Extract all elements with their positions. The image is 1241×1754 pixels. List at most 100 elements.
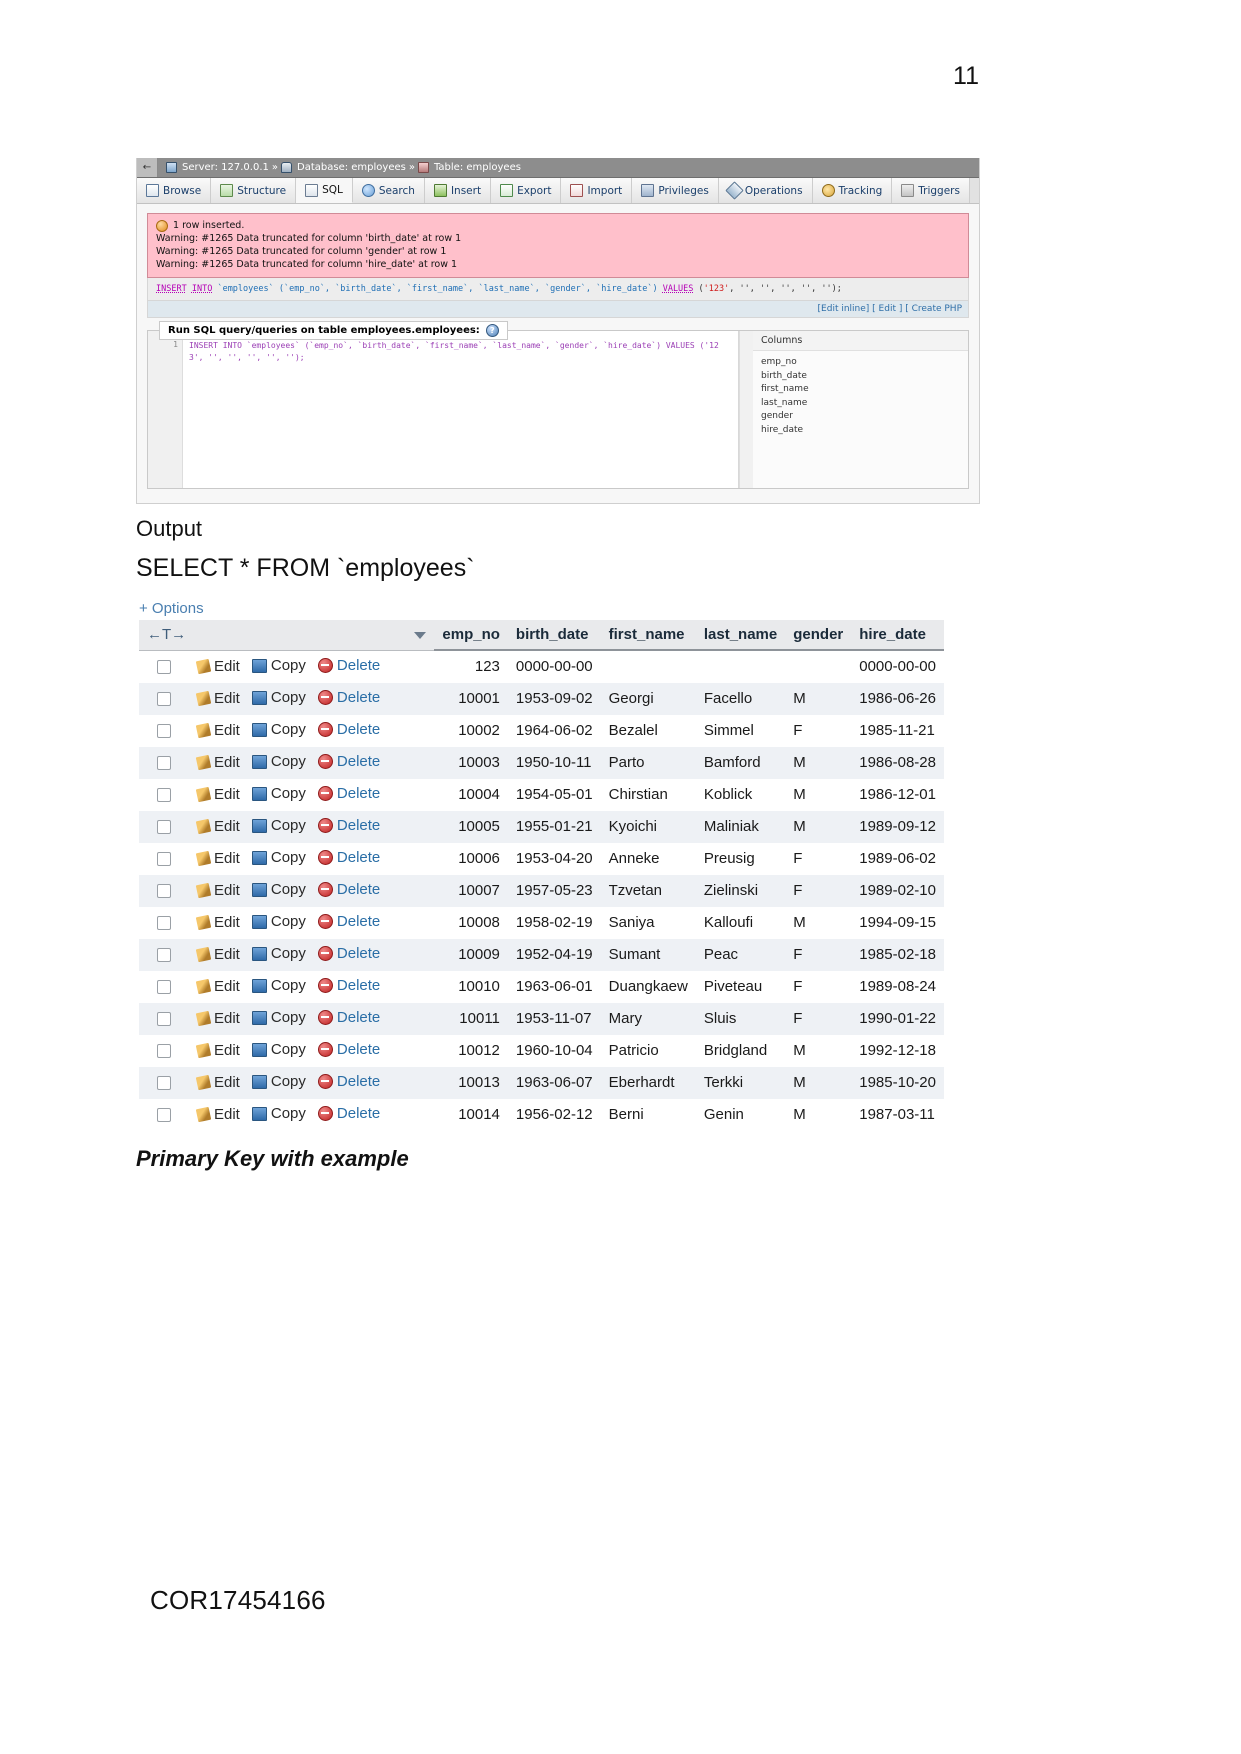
- column-header-emp-no[interactable]: emp_no: [434, 620, 508, 651]
- copy-action[interactable]: Copy: [251, 945, 306, 962]
- edit-action[interactable]: Edit: [195, 946, 240, 963]
- copy-action[interactable]: Copy: [251, 817, 306, 834]
- delete-action[interactable]: Delete: [317, 849, 380, 866]
- delete-action[interactable]: Delete: [317, 785, 380, 802]
- copy-action[interactable]: Copy: [251, 753, 306, 770]
- table-row[interactable]: Edit Copy Delete 10005 1955-01-21 Kyoichi Mali…: [139, 810, 944, 843]
- copy-action[interactable]: Copy: [251, 1041, 306, 1058]
- table-row[interactable]: Edit Copy Delete 10003 1950-10-11 Parto Bamfor…: [139, 746, 944, 779]
- edit-action[interactable]: Edit: [195, 978, 240, 995]
- row-checkbox[interactable]: [157, 980, 171, 995]
- delete-action[interactable]: Delete: [317, 817, 380, 834]
- row-checkbox[interactable]: [157, 916, 171, 931]
- row-checkbox[interactable]: [157, 756, 171, 771]
- column-item[interactable]: emp_no: [761, 356, 960, 370]
- row-checkbox[interactable]: [157, 724, 171, 739]
- copy-action[interactable]: Copy: [251, 913, 306, 930]
- copy-action[interactable]: Copy: [251, 657, 306, 674]
- copy-action[interactable]: Copy: [251, 1009, 306, 1026]
- row-checkbox[interactable]: [157, 788, 171, 803]
- tab-search[interactable]: Search: [352, 178, 425, 203]
- breadcrumb-server[interactable]: Server: 127.0.0.1: [182, 162, 269, 173]
- tab-privileges[interactable]: Privileges: [632, 178, 719, 203]
- row-checkbox-cell[interactable]: [139, 907, 189, 939]
- row-checkbox-cell[interactable]: [139, 1035, 189, 1067]
- back-button[interactable]: ←: [137, 158, 158, 177]
- column-header-first-name[interactable]: first_name: [600, 620, 696, 651]
- help-icon[interactable]: ?: [485, 324, 499, 337]
- row-checkbox-cell[interactable]: [139, 715, 189, 747]
- row-checkbox[interactable]: [157, 692, 171, 707]
- copy-action[interactable]: Copy: [251, 881, 306, 898]
- row-checkbox[interactable]: [157, 884, 171, 899]
- edit-action[interactable]: Edit: [195, 914, 240, 931]
- table-row[interactable]: Edit Copy Delete 10002 1964-06-02 Bezalel Simm…: [139, 714, 944, 747]
- row-checkbox-cell[interactable]: [139, 650, 189, 683]
- column-header-last-name[interactable]: last_name: [695, 620, 786, 651]
- edit-action[interactable]: Edit: [195, 786, 240, 803]
- column-item[interactable]: first_name: [761, 383, 960, 397]
- tab-structure[interactable]: Structure: [211, 178, 297, 203]
- row-checkbox-cell[interactable]: [139, 971, 189, 1003]
- row-checkbox-cell[interactable]: [139, 683, 189, 715]
- row-checkbox[interactable]: [157, 1012, 171, 1027]
- copy-action[interactable]: Copy: [251, 1105, 306, 1122]
- edit-action[interactable]: Edit: [195, 690, 240, 707]
- delete-action[interactable]: Delete: [317, 1009, 380, 1026]
- row-checkbox-cell[interactable]: [139, 939, 189, 971]
- column-item[interactable]: gender: [761, 410, 960, 424]
- table-row[interactable]: Edit Copy Delete 10011 1953-11-07 Mary Sluis F 1…: [139, 1002, 944, 1035]
- row-checkbox-cell[interactable]: [139, 843, 189, 875]
- row-checkbox[interactable]: [157, 820, 171, 835]
- copy-action[interactable]: Copy: [251, 1073, 306, 1090]
- delete-action[interactable]: Delete: [317, 689, 380, 706]
- sql-editor[interactable]: 1 INSERT INTO `employees` (`emp_no`, `bi…: [148, 331, 739, 488]
- row-checkbox-cell[interactable]: [139, 1099, 189, 1131]
- delete-action[interactable]: Delete: [317, 881, 380, 898]
- column-header-birth-date[interactable]: birth_date: [507, 620, 601, 651]
- row-checkbox-cell[interactable]: [139, 1003, 189, 1035]
- column-item[interactable]: last_name: [761, 397, 960, 411]
- tab-operations[interactable]: Operations: [718, 178, 813, 203]
- copy-action[interactable]: Copy: [251, 721, 306, 738]
- table-row[interactable]: Edit Copy Delete 10009 1952-04-19 Sumant Peac F…: [139, 938, 944, 971]
- delete-action[interactable]: Delete: [317, 945, 380, 962]
- edit-action[interactable]: Edit: [195, 882, 240, 899]
- create-php-link[interactable]: [ Create PHP: [905, 304, 962, 314]
- edit-action[interactable]: Edit: [195, 722, 240, 739]
- tab-triggers[interactable]: Triggers: [892, 178, 970, 203]
- tab-browse[interactable]: Browse: [137, 178, 212, 203]
- column-chooser-header[interactable]: [227, 620, 435, 651]
- edit-action[interactable]: Edit: [195, 850, 240, 867]
- delete-action[interactable]: Delete: [317, 1041, 380, 1058]
- edit-action[interactable]: Edit: [195, 1106, 240, 1123]
- delete-action[interactable]: Delete: [317, 657, 380, 674]
- column-header-hire-date[interactable]: hire_date: [851, 620, 944, 651]
- edit-action[interactable]: Edit: [195, 818, 240, 835]
- delete-action[interactable]: Delete: [317, 1105, 380, 1122]
- row-checkbox[interactable]: [157, 1076, 171, 1091]
- row-checkbox[interactable]: [157, 1108, 171, 1123]
- copy-action[interactable]: Copy: [251, 849, 306, 866]
- edit-action[interactable]: Edit: [195, 1010, 240, 1027]
- table-row[interactable]: Edit Copy Delete 10008 1958-02-19 Saniya Kallo…: [139, 906, 944, 939]
- tab-import[interactable]: Import: [561, 178, 633, 203]
- row-checkbox[interactable]: [157, 948, 171, 963]
- edit-inline-link[interactable]: [Edit inline]: [818, 304, 870, 314]
- table-row[interactable]: Edit Copy Delete 10012 1960-10-04 Patricio Bri…: [139, 1034, 944, 1067]
- tab-sql[interactable]: SQL: [296, 178, 353, 203]
- column-item[interactable]: birth_date: [761, 370, 960, 384]
- row-checkbox-cell[interactable]: [139, 875, 189, 907]
- table-row[interactable]: Edit Copy Delete 10013 1963-06-07 Eberhardt Te…: [139, 1066, 944, 1099]
- delete-action[interactable]: Delete: [317, 913, 380, 930]
- row-checkbox-cell[interactable]: [139, 1067, 189, 1099]
- row-checkbox-cell[interactable]: [139, 779, 189, 811]
- row-checkbox[interactable]: [157, 660, 171, 675]
- copy-action[interactable]: Copy: [251, 977, 306, 994]
- row-checkbox[interactable]: [157, 1044, 171, 1059]
- copy-action[interactable]: Copy: [251, 689, 306, 706]
- options-toggle[interactable]: + Options: [139, 600, 204, 617]
- delete-action[interactable]: Delete: [317, 753, 380, 770]
- table-row[interactable]: Edit Copy Delete 10014 1956-02-12 Berni Genin M…: [139, 1098, 944, 1131]
- table-row[interactable]: Edit Copy Delete 123 0000-00-00 0000-00-00: [139, 650, 944, 683]
